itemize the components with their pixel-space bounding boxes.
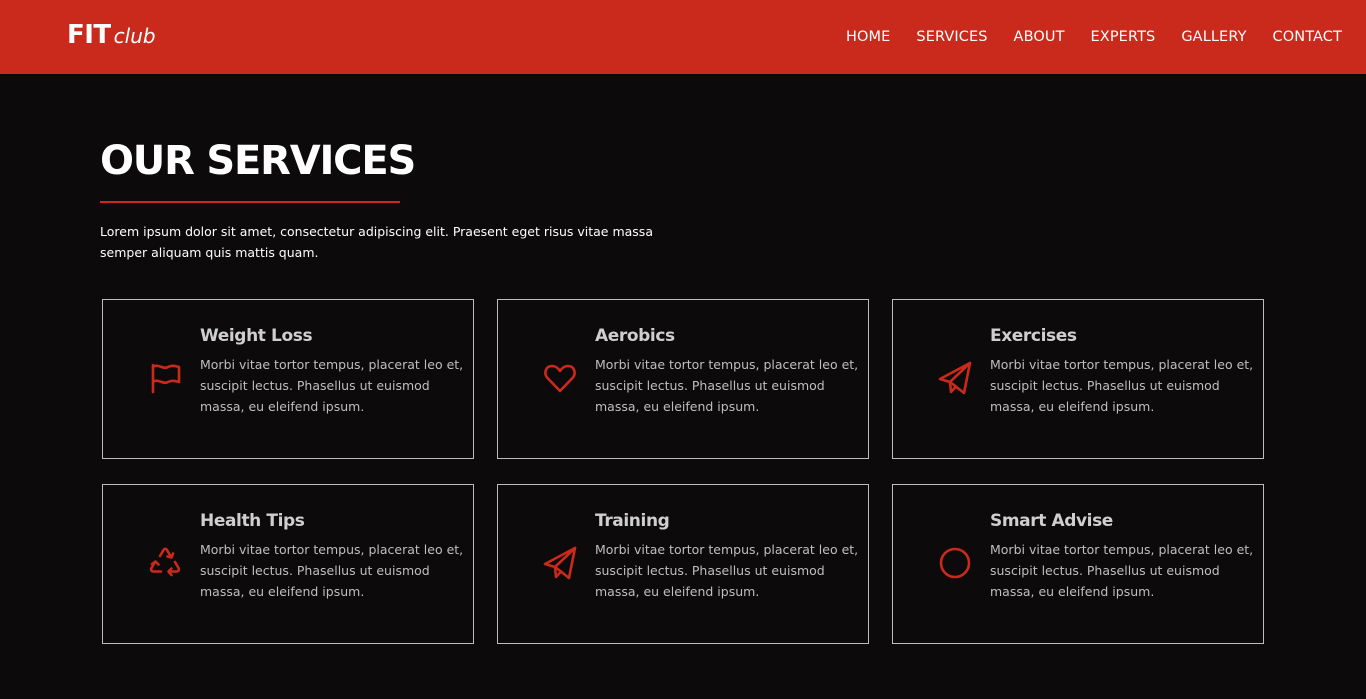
card-title: Training [595,511,670,531]
nav-link-experts[interactable]: EXPERTS [1091,28,1156,46]
main-nav: HOME SERVICES ABOUT EXPERTS GALLERY CONT… [846,28,1342,46]
flag-icon [147,360,183,396]
paper-plane-icon [542,545,578,581]
card-text: Morbi vitae tortor tempus, placerat leo … [200,357,464,414]
service-card-training: Training Morbi vitae tortor tempus, plac… [497,484,869,644]
card-title: Health Tips [200,511,305,531]
service-card-aerobics: Aerobics Morbi vitae tortor tempus, plac… [497,299,869,459]
card-text: Morbi vitae tortor tempus, placerat leo … [990,542,1254,599]
nav-link-gallery[interactable]: GALLERY [1181,28,1246,46]
card-title: Aerobics [595,326,675,346]
paper-plane-icon [937,360,973,396]
services-intro: Lorem ipsum dolor sit amet, consectetur … [100,224,653,260]
recycle-icon [147,545,183,581]
card-title: Weight Loss [200,326,313,346]
logo-club-text: club [113,24,156,48]
nav-link-contact[interactable]: CONTACT [1273,28,1342,46]
services-title: OUR SERVICES [100,138,416,184]
circle-icon [937,545,973,581]
top-navbar: FIT club HOME SERVICES ABOUT EXPERTS GALL… [0,0,1366,74]
card-text: Morbi vitae tortor tempus, placerat leo … [595,542,859,599]
card-text: Morbi vitae tortor tempus, placerat leo … [990,357,1254,414]
title-underline [100,201,400,203]
service-card-smart-advise: Smart Advise Morbi vitae tortor tempus, … [892,484,1264,644]
card-title: Smart Advise [990,511,1113,531]
card-text: Morbi vitae tortor tempus, placerat leo … [200,542,464,599]
nav-link-about[interactable]: ABOUT [1014,28,1065,46]
card-title: Exercises [990,326,1077,346]
service-card-exercises: Exercises Morbi vitae tortor tempus, pla… [892,299,1264,459]
site-logo[interactable]: FIT club [67,20,156,50]
nav-link-services[interactable]: SERVICES [916,28,987,46]
heart-icon [542,360,578,396]
card-text: Morbi vitae tortor tempus, placerat leo … [595,357,859,414]
service-card-weight-loss: Weight Loss Morbi vitae tortor tempus, p… [102,299,474,459]
logo-fit-text: FIT [67,20,111,50]
service-card-health-tips: Health Tips Morbi vitae tortor tempus, p… [102,484,474,644]
nav-link-home[interactable]: HOME [846,28,890,46]
